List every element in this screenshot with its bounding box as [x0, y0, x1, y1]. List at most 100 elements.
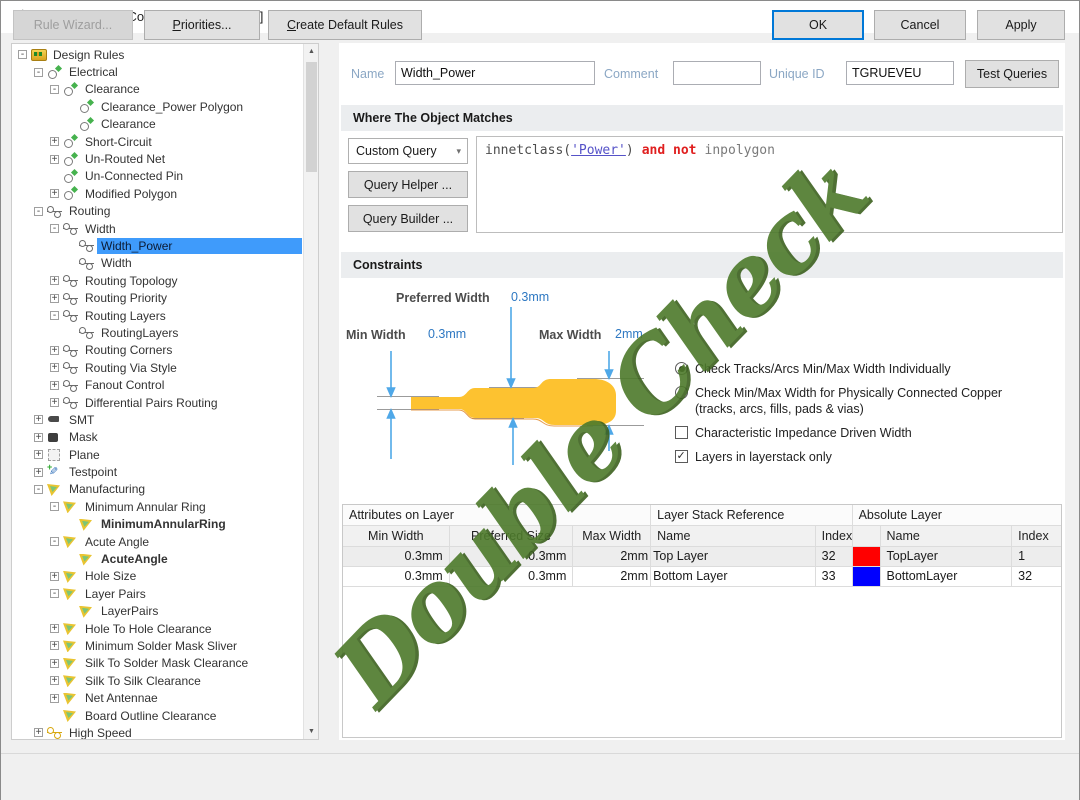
table-row[interactable]: 0.3mm 0.3mm 2mm Bottom Layer 33 BottomLa…	[343, 567, 1061, 587]
tree-expander-icon[interactable]	[50, 311, 59, 320]
tree-item[interactable]: Acute Angle	[12, 533, 302, 550]
tree-item[interactable]: AcuteAngle	[12, 550, 302, 567]
comment-input[interactable]	[673, 61, 761, 85]
tree-item[interactable]: Fanout Control	[12, 376, 302, 393]
tree-item[interactable]: Net Antennae	[12, 689, 302, 706]
cell-max-width[interactable]: 2mm	[573, 567, 651, 587]
tree-item[interactable]: Clearance	[12, 116, 302, 133]
tree-expander-icon[interactable]	[34, 450, 43, 459]
cell-stack-name[interactable]: Bottom Layer	[651, 567, 816, 587]
tree-item[interactable]: Routing	[12, 203, 302, 220]
tree-expander-icon[interactable]	[34, 468, 43, 477]
col-stack-index[interactable]: Index	[816, 526, 853, 547]
tree-item[interactable]: Silk To Silk Clearance	[12, 672, 302, 689]
tree-expander-icon[interactable]	[50, 189, 59, 198]
tree-expander-icon[interactable]	[50, 572, 59, 581]
tree-expander-icon[interactable]	[50, 641, 59, 650]
tree-item[interactable]: Mask	[12, 429, 302, 446]
scroll-down-icon[interactable]: ▼	[304, 724, 319, 739]
tree-expander-icon[interactable]	[50, 381, 59, 390]
tree-item[interactable]: Plane	[12, 446, 302, 463]
test-queries-button[interactable]: Test Queries	[965, 60, 1059, 88]
tree-item[interactable]: Routing Via Style	[12, 359, 302, 376]
tree-item[interactable]: MinimumAnnularRing	[12, 516, 302, 533]
tree-item[interactable]: Routing Topology	[12, 272, 302, 289]
tree-item[interactable]: Minimum Solder Mask Sliver	[12, 637, 302, 654]
tree-item[interactable]: Minimum Annular Ring	[12, 498, 302, 515]
cell-stack-name[interactable]: Top Layer	[651, 547, 816, 567]
tree-item[interactable]: Clearance_Power Polygon	[12, 98, 302, 115]
tree-item[interactable]: LayerPairs	[12, 603, 302, 620]
option-row[interactable]: Layers in layerstack only	[675, 449, 1063, 465]
tree-expander-icon[interactable]	[50, 659, 59, 668]
tree-item[interactable]: Short-Circuit	[12, 133, 302, 150]
option-row[interactable]: Characteristic Impedance Driven Width	[675, 425, 1063, 441]
cell-stack-index[interactable]: 32	[816, 547, 853, 567]
tree-expander-icon[interactable]	[50, 294, 59, 303]
tree-item[interactable]: Differential Pairs Routing	[12, 394, 302, 411]
name-input[interactable]	[395, 61, 595, 85]
query-scope-select[interactable]: Custom Query ▾	[348, 138, 468, 164]
ok-button[interactable]: OK	[772, 10, 864, 40]
col-preferred-size[interactable]: Preferred Size	[450, 526, 574, 547]
tree-item[interactable]: Design Rules	[12, 46, 302, 63]
tree-item[interactable]: Hole Size	[12, 568, 302, 585]
option-row[interactable]: Check Tracks/Arcs Min/Max Width Individu…	[675, 361, 1063, 377]
tree-item[interactable]: Layer Pairs	[12, 585, 302, 602]
tree-item[interactable]: Un-Connected Pin	[12, 168, 302, 185]
option-mark-icon[interactable]	[675, 450, 688, 463]
tree-item[interactable]: Board Outline Clearance	[12, 707, 302, 724]
col-min-width[interactable]: Min Width	[343, 526, 450, 547]
tree-item[interactable]: Un-Routed Net	[12, 150, 302, 167]
tree-item[interactable]: Routing Priority	[12, 289, 302, 306]
table-row[interactable]: 0.3mm 0.3mm 2mm Top Layer 32 TopLayer 1	[343, 547, 1061, 567]
cell-abs-index[interactable]: 32	[1012, 567, 1061, 587]
preferred-width-value[interactable]: 0.3mm	[511, 290, 549, 304]
apply-button[interactable]: Apply	[977, 10, 1065, 40]
tree-expander-icon[interactable]	[50, 224, 59, 233]
cell-abs-name[interactable]: TopLayer	[881, 547, 1013, 567]
tree-item[interactable]: Routing Layers	[12, 307, 302, 324]
tree-expander-icon[interactable]	[50, 137, 59, 146]
cell-abs-index[interactable]: 1	[1012, 547, 1061, 567]
tree-expander-icon[interactable]	[50, 346, 59, 355]
tree-expander-icon[interactable]	[50, 624, 59, 633]
tree-expander-icon[interactable]	[34, 68, 43, 77]
tree-item[interactable]: Clearance	[12, 81, 302, 98]
tree-expander-icon[interactable]	[50, 363, 59, 372]
tree-item[interactable]: Width	[12, 220, 302, 237]
tree-expander-icon[interactable]	[50, 155, 59, 164]
tree-item[interactable]: RoutingLayers	[12, 324, 302, 341]
tree-expander-icon[interactable]	[50, 85, 59, 94]
tree-expander-icon[interactable]	[50, 694, 59, 703]
tree-expander-icon[interactable]	[50, 589, 59, 598]
tree-item[interactable]: Routing Corners	[12, 342, 302, 359]
cell-min-width[interactable]: 0.3mm	[343, 567, 450, 587]
col-max-width[interactable]: Max Width	[573, 526, 651, 547]
query-builder-button[interactable]: Query Builder ...	[348, 205, 468, 232]
tree-item[interactable]: High Speed	[12, 724, 302, 740]
tree-expander-icon[interactable]	[34, 485, 43, 494]
col-abs-name[interactable]: Name	[881, 526, 1013, 547]
tree-expander-icon[interactable]	[18, 50, 27, 59]
max-width-value[interactable]: 2mm	[615, 327, 643, 341]
min-width-value[interactable]: 0.3mm	[428, 327, 466, 341]
option-row[interactable]: Check Min/Max Width for Physically Conne…	[675, 385, 1063, 417]
tree-expander-icon[interactable]	[50, 276, 59, 285]
tree-expander-icon[interactable]	[50, 676, 59, 685]
priorities-button[interactable]: Priorities...	[144, 10, 260, 40]
tree-item[interactable]: Modified Polygon	[12, 185, 302, 202]
cell-preferred-size[interactable]: 0.3mm	[450, 567, 574, 587]
option-mark-icon[interactable]	[675, 362, 688, 375]
scroll-thumb[interactable]	[306, 62, 317, 172]
cell-max-width[interactable]: 2mm	[573, 547, 651, 567]
tree-item[interactable]: Silk To Solder Mask Clearance	[12, 655, 302, 672]
cancel-button[interactable]: Cancel	[874, 10, 966, 40]
cell-abs-name[interactable]: BottomLayer	[881, 567, 1013, 587]
tree-item[interactable]: Electrical	[12, 63, 302, 80]
tree-expander-icon[interactable]	[34, 433, 43, 442]
tree-expander-icon[interactable]	[50, 502, 59, 511]
col-stack-name[interactable]: Name	[651, 526, 816, 547]
create-default-rules-button[interactable]: Create Default Rules	[268, 10, 422, 40]
tree-item[interactable]: Testpoint	[12, 463, 302, 480]
